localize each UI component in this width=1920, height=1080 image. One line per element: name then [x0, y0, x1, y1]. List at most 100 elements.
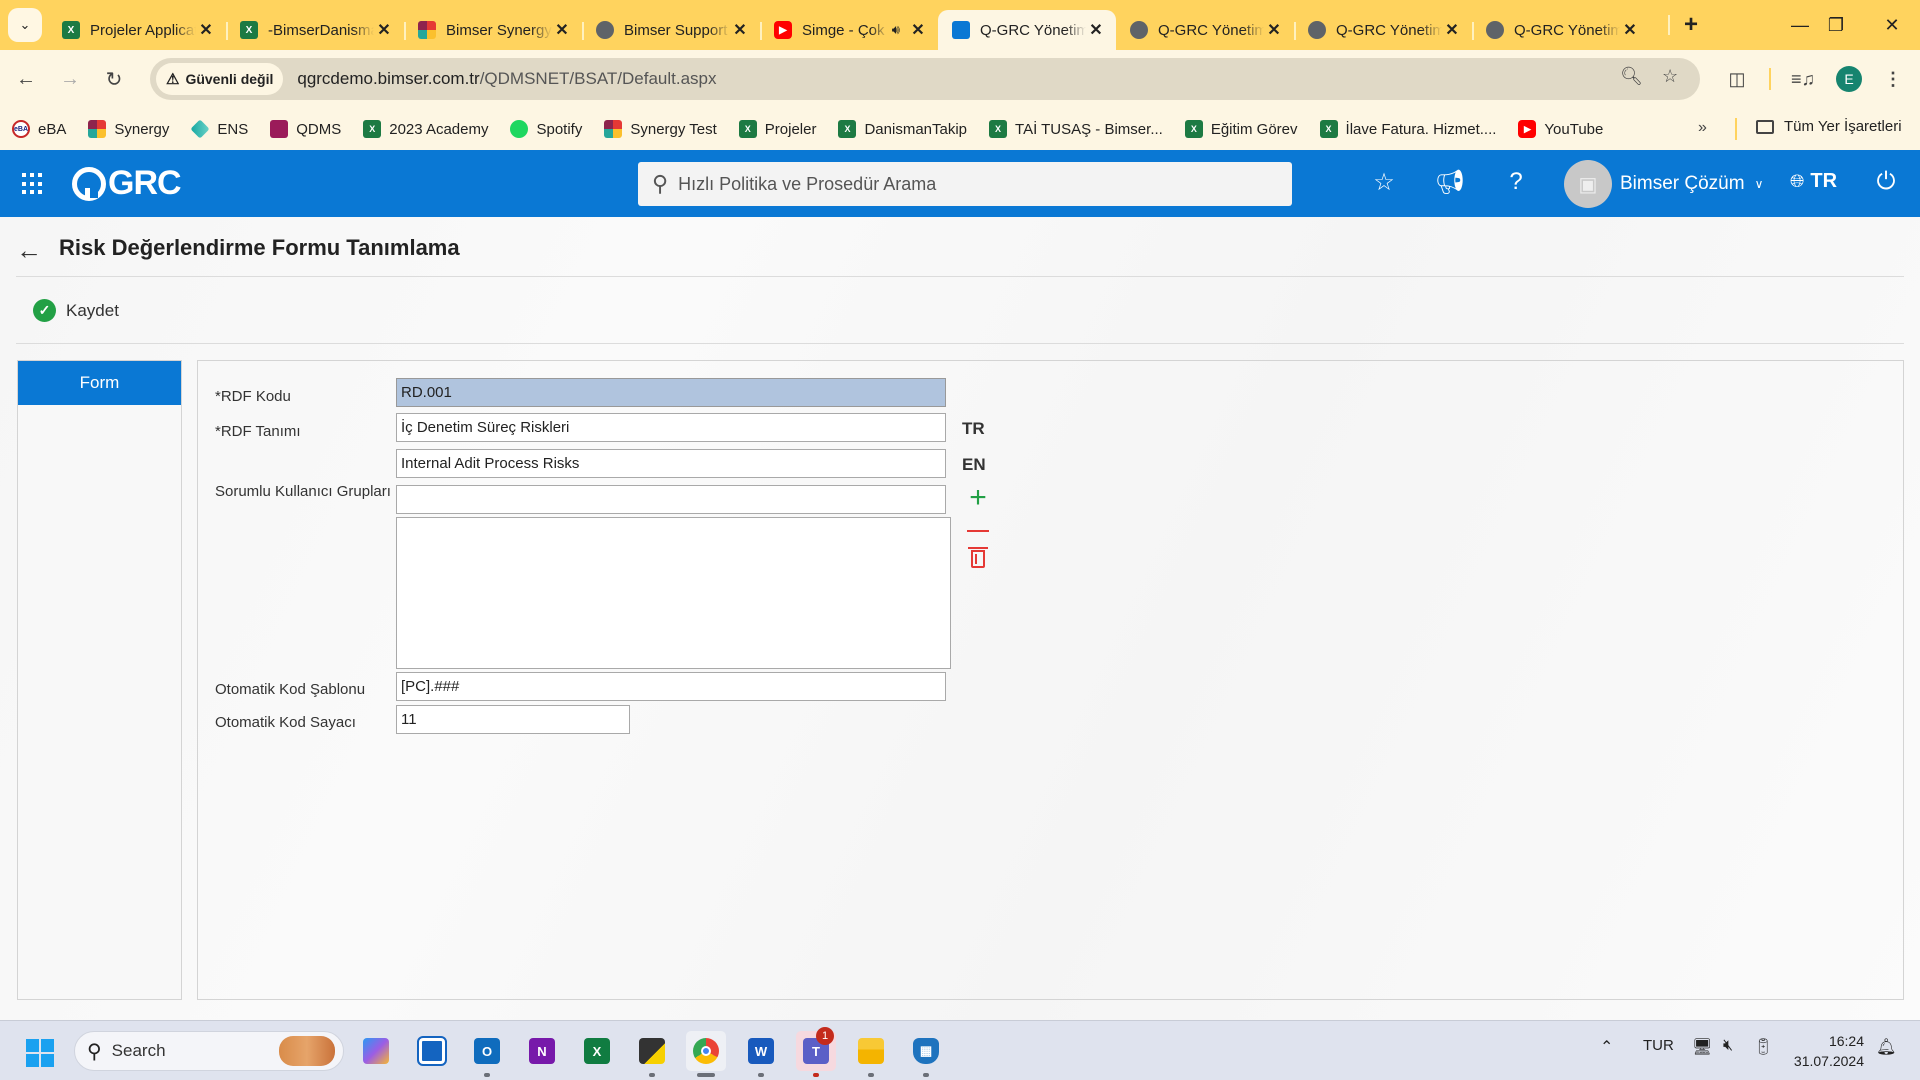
audio-playing-icon[interactable]: 🔊︎ [892, 22, 900, 38]
extensions-icon[interactable]: ◫ [1720, 62, 1754, 96]
volume-muted-icon[interactable]: 🔇︎ [1723, 1037, 1733, 1055]
browser-tab[interactable]: X Projeler Applications✕ [48, 10, 226, 50]
responsible-groups-input[interactable] [396, 485, 946, 514]
add-group-plus-icon[interactable]: + [965, 483, 991, 513]
more-bookmarks-icon[interactable]: » [1698, 119, 1707, 137]
bookmark-item[interactable]: X Projeler [738, 120, 816, 138]
browser-tab[interactable]: Q-GRC Yönetim ✕ [1116, 10, 1294, 50]
bookmark-item[interactable]: X Eğitim Görev [1184, 120, 1298, 138]
close-tab-icon[interactable]: ✕ [1264, 20, 1284, 40]
bookmark-item[interactable]: X DanismanTakip [838, 120, 967, 138]
save-button[interactable]: ✓ Kaydet [33, 299, 119, 322]
bookmark-item[interactable]: Spotify [510, 120, 582, 138]
zoom-icon[interactable]: 🔍︎ [1620, 66, 1643, 87]
browser-tab[interactable]: Q-GRC Yönetim ✕ [938, 10, 1116, 50]
notification-bell-icon[interactable]: 🔔︎ [1876, 1037, 1896, 1057]
language-selector[interactable]: 🌐︎ TR [1790, 170, 1837, 193]
sticky-notes-icon[interactable] [632, 1031, 672, 1077]
responsible-groups-list[interactable] [396, 517, 951, 669]
word-icon[interactable]: W [741, 1031, 781, 1077]
close-tab-icon[interactable]: ✕ [1620, 20, 1640, 40]
close-tab-icon[interactable]: ✕ [730, 20, 750, 40]
bookmark-item[interactable]: X 2023 Academy [363, 120, 488, 138]
bookmark-item[interactable]: ▶ YouTube [1518, 120, 1603, 138]
browser-tab[interactable]: ▶ Simge - Çok 🔊︎ ✕ [760, 10, 938, 50]
close-tab-icon[interactable]: ✕ [196, 20, 216, 40]
widgets-icon[interactable] [412, 1031, 452, 1071]
battery-charging-icon[interactable]: 🔋︎ [1753, 1037, 1773, 1057]
browser-tab[interactable]: Bimser Support ✕ [582, 10, 760, 50]
close-tab-icon[interactable]: ✕ [1442, 20, 1462, 40]
url-text[interactable]: qgrcdemo.bimser.com.tr/QDMSNET/BSAT/Defa… [297, 69, 716, 89]
auto-code-counter-field[interactable] [396, 705, 630, 734]
outlook-icon[interactable]: O [467, 1031, 507, 1077]
bookmark-item[interactable]: eBA eBA [12, 120, 66, 138]
close-tab-icon[interactable]: ✕ [1086, 20, 1106, 40]
media-control-icon[interactable]: ≡♫ [1786, 62, 1820, 96]
synergy-icon [418, 21, 436, 39]
new-tab-button[interactable]: + [1668, 13, 1698, 37]
app-launcher-icon[interactable] [22, 173, 44, 195]
menu-kebab-icon[interactable]: ⋮ [1876, 62, 1910, 96]
policy-search-input[interactable] [678, 173, 1239, 195]
start-windows-icon[interactable] [26, 1039, 54, 1067]
remove-group-minus-icon[interactable] [967, 530, 989, 532]
rdf-name-tr-field[interactable] [396, 413, 946, 442]
close-window-button[interactable]: ✕ [1862, 0, 1920, 50]
auto-code-template-field[interactable] [396, 672, 946, 701]
teams-icon[interactable]: T1 [796, 1027, 836, 1077]
bookmark-item[interactable]: ENS [190, 119, 248, 139]
policy-search-box[interactable]: ⚲ [638, 162, 1292, 206]
announcements-megaphone-icon[interactable]: 📢︎ [1434, 168, 1466, 197]
restore-button[interactable]: ❐ [1806, 0, 1866, 50]
browser-tab[interactable]: X -BimserDanismanlik✕ [226, 10, 404, 50]
bookmark-star-icon[interactable]: ☆ [1662, 66, 1678, 87]
network-icon[interactable]: 🖥︎ [1692, 1037, 1712, 1057]
tab-search-button[interactable]: ⌄ [8, 8, 42, 42]
excel-icon[interactable]: X [577, 1031, 617, 1071]
forward-button[interactable]: → [52, 61, 88, 97]
close-tab-icon[interactable]: ✕ [552, 20, 572, 40]
user-menu[interactable]: ▣ Bimser Çözüm ∨ [1564, 160, 1763, 208]
all-bookmarks-button[interactable]: Tüm Yer İşaretleri [1756, 118, 1902, 135]
globe-icon [1130, 21, 1148, 39]
bookmark-item[interactable]: X TAİ TUSAŞ - Bimser... [989, 120, 1163, 138]
bookmark-item[interactable]: Synergy Test [604, 120, 717, 138]
rdf-name-en-field[interactable] [396, 449, 946, 478]
onenote-icon[interactable]: N [522, 1031, 562, 1071]
close-tab-icon[interactable]: ✕ [374, 20, 394, 40]
system-clock[interactable]: 16:24 31.07.2024 [1784, 1031, 1864, 1071]
bookmark-label: Synergy [114, 120, 170, 138]
back-button[interactable]: ← [8, 61, 44, 97]
chevron-down-icon: ∨ [1754, 177, 1764, 191]
browser-tab[interactable]: Q-GRC Yönetim ✕ [1294, 10, 1472, 50]
power-logout-icon[interactable]: ⏻ [1870, 168, 1902, 196]
back-arrow-icon[interactable]: ← [16, 235, 42, 266]
security-indicator[interactable]: ⚠ Güvenli değil [156, 63, 284, 95]
favorites-star-icon[interactable]: ☆ [1368, 168, 1400, 197]
help-question-icon[interactable]: ? [1500, 168, 1532, 196]
input-language-indicator[interactable]: TUR [1643, 1037, 1674, 1054]
bookmark-item[interactable]: Synergy [88, 120, 169, 138]
reload-button[interactable]: ↻ [96, 61, 132, 97]
delete-trash-icon[interactable] [968, 547, 988, 568]
browser-tab[interactable]: Q-GRC Yönetim ✕ [1472, 10, 1650, 50]
qgrc-logo[interactable]: GRC [72, 164, 182, 203]
chrome-icon[interactable] [686, 1031, 726, 1077]
form-side-nav: Form [17, 360, 182, 1000]
bookmark-item[interactable]: X İlave Fatura. Hizmet.... [1319, 120, 1496, 138]
tab-form[interactable]: Form [18, 361, 181, 405]
profile-button[interactable]: E [1832, 62, 1866, 96]
address-bar[interactable]: ⚠ Güvenli değil qgrcdemo.bimser.com.tr/Q… [150, 58, 1700, 100]
security-shield-icon[interactable]: ▦ [906, 1031, 946, 1077]
file-explorer-icon[interactable] [851, 1031, 891, 1077]
copilot-icon[interactable] [356, 1031, 396, 1071]
close-tab-icon[interactable]: ✕ [908, 20, 928, 40]
bookmark-label: YouTube [1544, 120, 1604, 138]
browser-tab[interactable]: Bimser Synergy ✕ [404, 10, 582, 50]
show-hidden-icons-chevron[interactable]: ⌃ [1600, 1037, 1613, 1057]
bookmark-item[interactable]: QDMS [270, 120, 341, 138]
rdf-code-field[interactable] [396, 378, 946, 407]
taskbar-search[interactable]: ⚲ Search [74, 1031, 344, 1071]
bookmark-label: Synergy Test [630, 120, 717, 138]
